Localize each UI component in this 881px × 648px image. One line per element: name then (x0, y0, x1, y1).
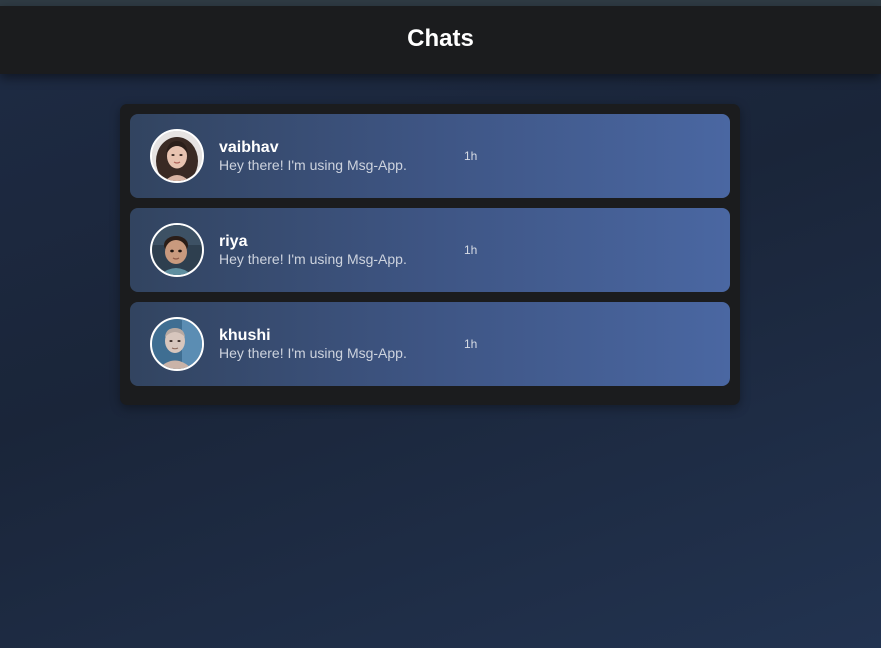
chat-timestamp: 1h (464, 337, 478, 351)
chat-list-item[interactable]: vaibhav Hey there! I'm using Msg-App. 1h (130, 114, 730, 198)
chat-contact-name: riya (219, 233, 248, 250)
avatar[interactable] (150, 129, 204, 183)
man-portrait-icon (152, 319, 202, 369)
chat-list-item[interactable]: khushi Hey there! I'm using Msg-App. 1h (130, 302, 730, 386)
chat-last-message: Hey there! I'm using Msg-App. (219, 251, 407, 267)
chat-last-message: Hey there! I'm using Msg-App. (219, 157, 407, 173)
chat-timestamp: 1h (464, 243, 478, 257)
page-title: Chats (407, 25, 474, 52)
chat-contact-name: khushi (219, 327, 271, 344)
chat-timestamp: 1h (464, 149, 478, 163)
app-header: Chats (0, 6, 881, 74)
chat-last-message: Hey there! I'm using Msg-App. (219, 345, 407, 361)
avatar[interactable] (150, 317, 204, 371)
woman-portrait-icon (152, 131, 202, 181)
child-portrait-icon (152, 225, 202, 275)
chat-list: vaibhav Hey there! I'm using Msg-App. 1h… (120, 104, 740, 405)
chat-list-item[interactable]: riya Hey there! I'm using Msg-App. 1h (130, 208, 730, 292)
chat-contact-name: vaibhav (219, 139, 279, 156)
avatar[interactable] (150, 223, 204, 277)
